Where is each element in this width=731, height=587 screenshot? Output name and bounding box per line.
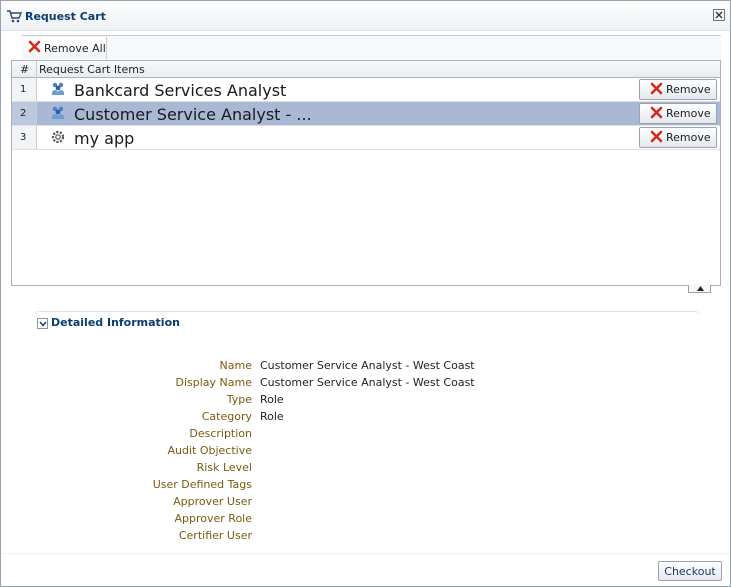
field-value: Customer Service Analyst - West Coast: [260, 376, 475, 389]
field-value: Role: [260, 393, 284, 406]
remove-x-icon: [650, 82, 663, 98]
detail-field: Description: [1, 425, 731, 442]
detail-field: Display Name Customer Service Analyst - …: [1, 374, 731, 391]
column-header-number[interactable]: #: [12, 61, 37, 78]
remove-button[interactable]: Remove: [639, 79, 717, 100]
detailed-information-header[interactable]: Detailed Information: [33, 311, 701, 333]
detailed-information-body: Name Customer Service Analyst - West Coa…: [1, 357, 731, 549]
detail-field: Certifier User: [1, 527, 731, 544]
table-header: # Request Cart Items: [12, 61, 720, 78]
table-row[interactable]: 3 my app Remove: [12, 126, 720, 150]
remove-button[interactable]: Remove: [639, 103, 717, 124]
cart-item-name: Bankcard Services Analyst: [74, 81, 287, 100]
field-label: Certifier User: [178, 529, 252, 542]
cart-icon: [6, 9, 23, 23]
footer-divider: [1, 553, 730, 554]
detail-field: Name Customer Service Analyst - West Coa…: [1, 357, 731, 374]
row-number: 2: [12, 102, 37, 125]
cart-items-table: # Request Cart Items 1 Bankcard Services…: [11, 60, 721, 286]
detail-field: Audit Objective: [1, 442, 731, 459]
detailed-information-title: Detailed Information: [51, 316, 180, 329]
checkout-button[interactable]: Checkout: [658, 561, 722, 581]
remove-x-icon: [650, 130, 663, 146]
field-label: Display Name: [175, 376, 253, 389]
detail-field: Approver Role: [1, 510, 731, 527]
chevron-down-icon: [37, 318, 48, 329]
request-cart-dialog: Request Cart Remove All # Request Cart I…: [0, 0, 731, 587]
field-label: Category: [201, 410, 252, 423]
remove-all-label: Remove All: [44, 41, 106, 55]
cart-toolbar: Remove All: [22, 35, 721, 59]
detail-field: User Defined Tags: [1, 476, 731, 493]
cart-item-name: my app: [74, 129, 135, 148]
field-value: Customer Service Analyst - West Coast: [260, 359, 475, 372]
field-label: Audit Objective: [167, 444, 252, 457]
table-row-selected[interactable]: 2 Customer Service Analyst - ... Remove: [12, 102, 720, 126]
field-label: Approver User: [173, 495, 252, 508]
column-header-items[interactable]: Request Cart Items: [38, 61, 145, 78]
field-label: Approver Role: [174, 512, 253, 525]
close-icon[interactable]: [713, 9, 725, 21]
field-label: Name: [219, 359, 252, 372]
cart-item-name: Customer Service Analyst - ...: [74, 105, 312, 124]
remove-label: Remove: [666, 83, 711, 96]
detail-field: Approver User: [1, 493, 731, 510]
detail-field: Type Role: [1, 391, 731, 408]
row-number: 3: [12, 126, 37, 149]
remove-label: Remove: [666, 131, 711, 144]
role-icon: [50, 81, 66, 97]
table-row[interactable]: 1 Bankcard Services Analyst Remove: [12, 78, 720, 102]
remove-button[interactable]: Remove: [639, 127, 717, 148]
remove-label: Remove: [666, 107, 711, 120]
detail-field: Category Role: [1, 408, 731, 425]
remove-x-icon: [650, 106, 663, 122]
collapse-panel-button[interactable]: [688, 285, 711, 293]
remove-all-button[interactable]: Remove All: [23, 37, 107, 59]
dialog-titlebar: Request Cart: [1, 1, 730, 31]
field-label: User Defined Tags: [152, 478, 252, 491]
row-number: 1: [12, 78, 37, 101]
detail-field: Risk Level: [1, 459, 731, 476]
field-value: Role: [260, 410, 284, 423]
dialog-title: Request Cart: [25, 10, 106, 23]
app-gear-icon: [50, 129, 66, 145]
field-label: Risk Level: [196, 461, 252, 474]
remove-x-icon: [28, 40, 41, 56]
field-label: Description: [189, 427, 252, 440]
role-icon: [50, 105, 66, 121]
field-label: Type: [226, 393, 252, 406]
